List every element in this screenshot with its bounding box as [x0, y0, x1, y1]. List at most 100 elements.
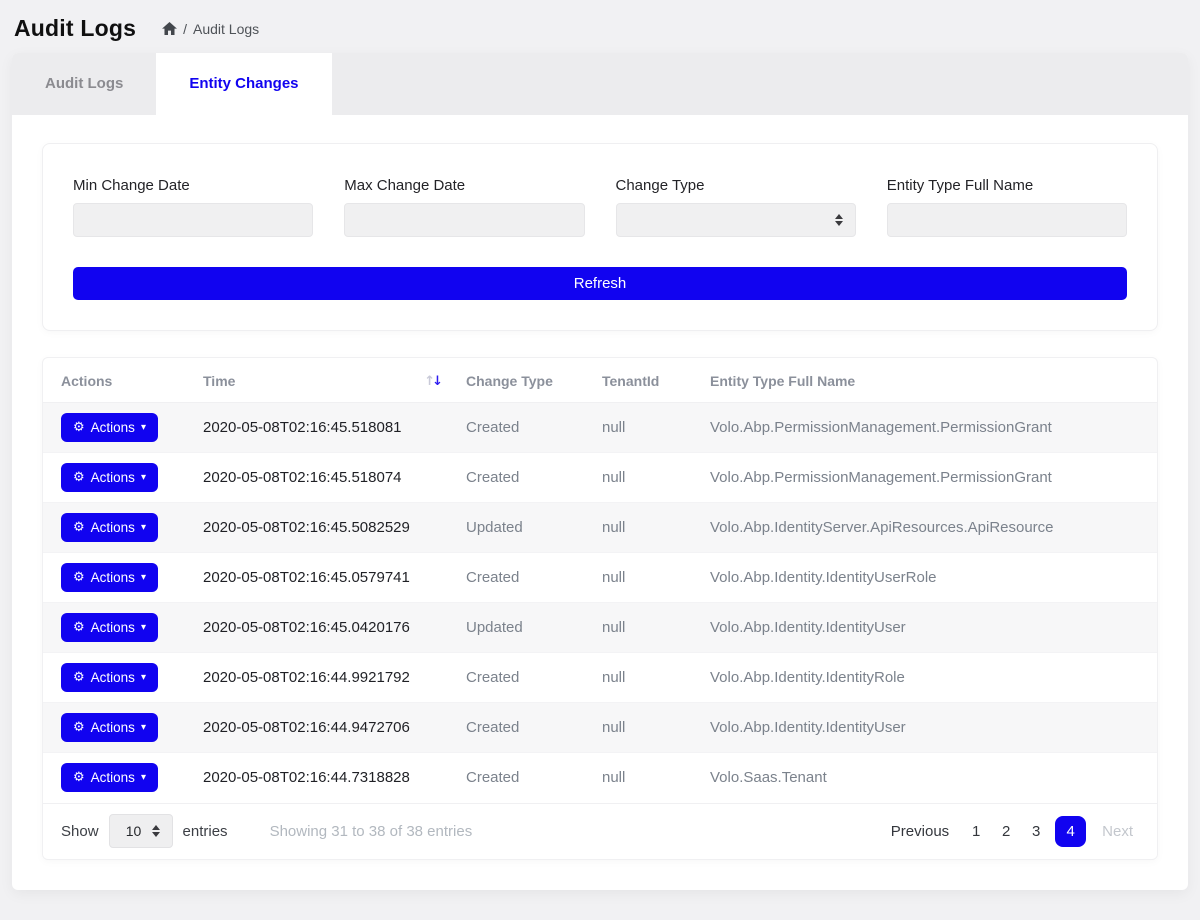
actions-cell: ⚙ Actions ▾ — [43, 603, 193, 653]
time-cell: 2020-05-08T02:16:45.0420176 — [193, 603, 456, 653]
table-row: ⚙ Actions ▾ 2020-05-08T02:16:45.5082529 … — [43, 503, 1157, 553]
actions-cell: ⚙ Actions ▾ — [43, 703, 193, 753]
row-actions-button[interactable]: ⚙ Actions ▾ — [61, 563, 158, 592]
change-type-cell: Created — [456, 403, 592, 453]
max-change-date-label: Max Change Date — [344, 177, 584, 194]
time-cell: 2020-05-08T02:16:45.0579741 — [193, 553, 456, 603]
tenant-id-cell: null — [592, 503, 700, 553]
tenant-id-cell: null — [592, 453, 700, 503]
entries-label: entries — [183, 823, 228, 840]
row-actions-button[interactable]: ⚙ Actions ▾ — [61, 763, 158, 792]
tenant-id-cell: null — [592, 653, 700, 703]
col-header-change-type: Change Type — [456, 358, 592, 403]
tab-bar: Audit Logs Entity Changes — [12, 53, 1188, 115]
col-header-time[interactable]: Time ↑↓ — [193, 358, 456, 403]
gear-icon: ⚙ — [73, 521, 85, 534]
caret-down-icon: ▾ — [141, 623, 146, 633]
table-header-row: Actions Time ↑↓ Change Type TenantId Ent… — [43, 358, 1157, 403]
page: Audit Logs / Audit Logs Audit Logs Entit… — [0, 0, 1200, 890]
time-cell: 2020-05-08T02:16:44.9921792 — [193, 653, 456, 703]
change-type-cell: Created — [456, 703, 592, 753]
entity-type-cell: Volo.Abp.Identity.IdentityRole — [700, 653, 1157, 703]
pagination-page-2[interactable]: 2 — [995, 816, 1017, 846]
tab-entity-changes[interactable]: Entity Changes — [156, 53, 331, 115]
row-actions-button[interactable]: ⚙ Actions ▾ — [61, 513, 158, 542]
actions-cell: ⚙ Actions ▾ — [43, 753, 193, 803]
pagination-page-1[interactable]: 1 — [965, 816, 987, 846]
row-actions-button[interactable]: ⚙ Actions ▾ — [61, 713, 158, 742]
min-change-date-field: Min Change Date — [73, 177, 313, 237]
pagination-page-4[interactable]: 4 — [1055, 816, 1086, 847]
min-change-date-input[interactable] — [74, 204, 312, 236]
col-header-actions: Actions — [43, 358, 193, 403]
row-actions-button[interactable]: ⚙ Actions ▾ — [61, 413, 158, 442]
col-header-tenant-id: TenantId — [592, 358, 700, 403]
actions-cell: ⚙ Actions ▾ — [43, 653, 193, 703]
entity-type-cell: Volo.Abp.PermissionManagement.Permission… — [700, 453, 1157, 503]
change-type-cell: Updated — [456, 503, 592, 553]
refresh-button[interactable]: Refresh — [73, 267, 1127, 300]
showing-entries-text: Showing 31 to 38 of 38 entries — [270, 823, 473, 840]
entity-type-cell: Volo.Abp.PermissionManagement.Permission… — [700, 403, 1157, 453]
row-actions-button[interactable]: ⚙ Actions ▾ — [61, 663, 158, 692]
table-row: ⚙ Actions ▾ 2020-05-08T02:16:45.0579741 … — [43, 553, 1157, 603]
sort-icon[interactable]: ↑↓ — [424, 374, 440, 389]
row-actions-button[interactable]: ⚙ Actions ▾ — [61, 463, 158, 492]
gear-icon: ⚙ — [73, 471, 85, 484]
pagination-page-3[interactable]: 3 — [1025, 816, 1047, 846]
page-title: Audit Logs — [14, 15, 136, 42]
change-type-cell: Updated — [456, 603, 592, 653]
change-type-select[interactable] — [616, 203, 856, 237]
table-row: ⚙ Actions ▾ 2020-05-08T02:16:45.0420176 … — [43, 603, 1157, 653]
pagination-next[interactable]: Next — [1096, 819, 1139, 844]
actions-cell: ⚙ Actions ▾ — [43, 403, 193, 453]
gear-icon: ⚙ — [73, 571, 85, 584]
table-row: ⚙ Actions ▾ 2020-05-08T02:16:44.7318828 … — [43, 753, 1157, 803]
row-actions-button[interactable]: ⚙ Actions ▾ — [61, 613, 158, 642]
tab-audit-logs[interactable]: Audit Logs — [12, 53, 156, 115]
max-change-date-field: Max Change Date — [344, 177, 584, 237]
tab-content: Min Change Date Max Change Date Change T… — [12, 115, 1188, 890]
caret-down-icon: ▾ — [141, 423, 146, 433]
change-type-label: Change Type — [616, 177, 856, 194]
tenant-id-cell: null — [592, 553, 700, 603]
change-type-cell: Created — [456, 553, 592, 603]
page-size-select[interactable]: 10 — [109, 814, 173, 848]
breadcrumb-current: Audit Logs — [193, 21, 259, 37]
change-type-cell: Created — [456, 453, 592, 503]
tenant-id-cell: null — [592, 403, 700, 453]
breadcrumb: / Audit Logs — [162, 21, 259, 37]
change-type-field: Change Type — [616, 177, 856, 237]
main-card: Audit Logs Entity Changes Min Change Dat… — [12, 53, 1188, 890]
max-change-date-input-wrap — [344, 203, 584, 237]
change-type-cell: Created — [456, 653, 592, 703]
time-cell: 2020-05-08T02:16:45.518081 — [193, 403, 456, 453]
filter-grid: Min Change Date Max Change Date Change T… — [73, 177, 1127, 237]
time-cell: 2020-05-08T02:16:44.7318828 — [193, 753, 456, 803]
gear-icon: ⚙ — [73, 721, 85, 734]
entity-type-field: Entity Type Full Name — [887, 177, 1127, 237]
caret-down-icon: ▾ — [141, 473, 146, 483]
caret-down-icon: ▾ — [141, 773, 146, 783]
home-icon[interactable] — [162, 22, 177, 35]
page-size-updown-icon — [152, 825, 160, 837]
entity-type-input-wrap — [887, 203, 1127, 237]
table-row: ⚙ Actions ▾ 2020-05-08T02:16:44.9472706 … — [43, 703, 1157, 753]
entity-changes-table: Actions Time ↑↓ Change Type TenantId Ent… — [43, 358, 1157, 803]
change-type-cell: Created — [456, 753, 592, 803]
actions-cell: ⚙ Actions ▾ — [43, 453, 193, 503]
select-updown-icon — [835, 214, 843, 226]
entity-type-cell: Volo.Abp.Identity.IdentityUser — [700, 703, 1157, 753]
caret-down-icon: ▾ — [141, 723, 146, 733]
time-cell: 2020-05-08T02:16:45.5082529 — [193, 503, 456, 553]
table-card: Actions Time ↑↓ Change Type TenantId Ent… — [42, 357, 1158, 860]
tenant-id-cell: null — [592, 753, 700, 803]
pagination-previous[interactable]: Previous — [885, 819, 955, 844]
table-row: ⚙ Actions ▾ 2020-05-08T02:16:44.9921792 … — [43, 653, 1157, 703]
entity-type-input[interactable] — [888, 204, 1126, 236]
table-row: ⚙ Actions ▾ 2020-05-08T02:16:45.518074 C… — [43, 453, 1157, 503]
max-change-date-input[interactable] — [345, 204, 583, 236]
gear-icon: ⚙ — [73, 671, 85, 684]
actions-cell: ⚙ Actions ▾ — [43, 503, 193, 553]
entity-type-label: Entity Type Full Name — [887, 177, 1127, 194]
